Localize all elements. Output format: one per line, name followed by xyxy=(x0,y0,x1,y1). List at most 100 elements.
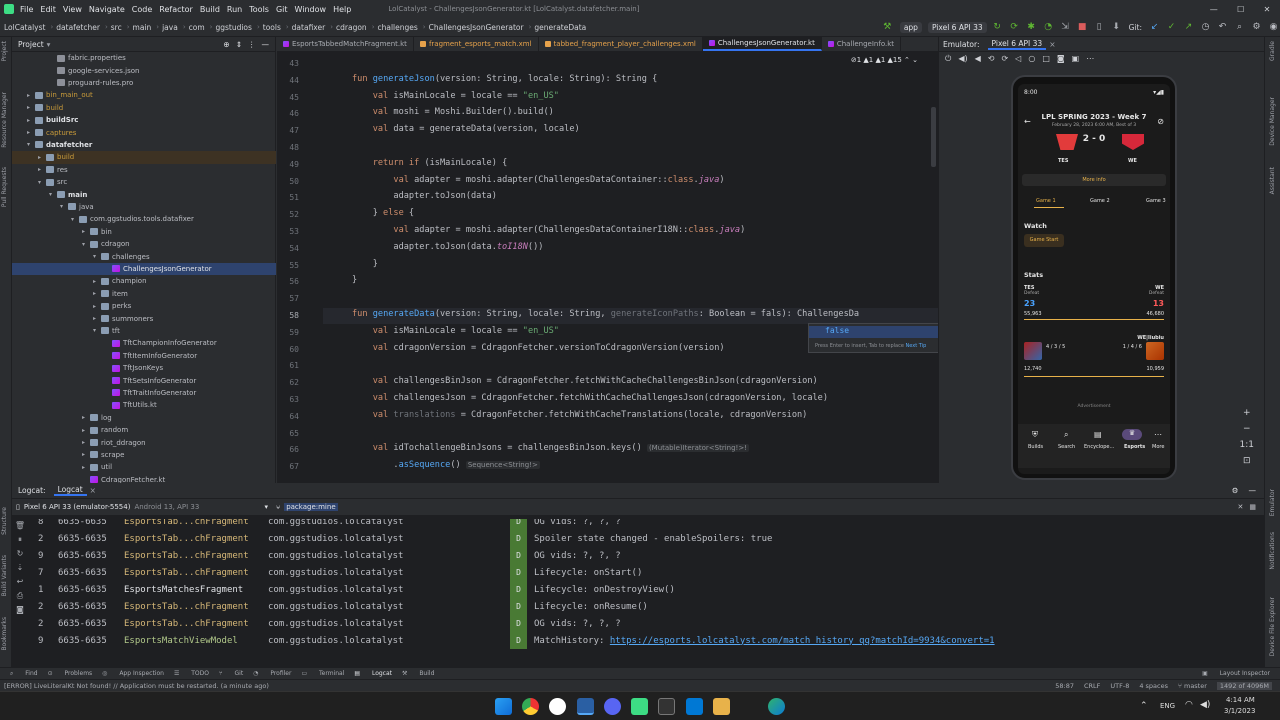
breadcrumb-src[interactable]: src xyxy=(111,23,122,32)
tree-item[interactable]: ▸ summoners xyxy=(12,312,276,324)
rotate-left-icon[interactable]: ⟲ xyxy=(988,54,995,63)
code-line[interactable]: } else { xyxy=(352,208,414,218)
menu-refactor[interactable]: Refactor xyxy=(159,5,193,14)
chevron-down-icon[interactable]: ▾ xyxy=(93,327,101,334)
windows-start-icon[interactable] xyxy=(495,698,512,715)
editor-tab[interactable]: fragment_esports_match.xml xyxy=(414,36,539,51)
restart-icon[interactable]: ↻ xyxy=(14,547,26,561)
nav-encyclopedia[interactable]: Encyclope... xyxy=(1084,444,1114,450)
menu-git[interactable]: Git xyxy=(276,5,288,14)
clock-time[interactable]: 4:14 AM xyxy=(1226,696,1255,704)
builds-icon[interactable]: ⛨ xyxy=(1032,430,1038,440)
chevron-right-icon[interactable]: ▸ xyxy=(82,451,90,458)
gradle-tool-tab[interactable]: Gradle xyxy=(1269,41,1276,61)
breadcrumb-cdragon[interactable]: cdragon xyxy=(336,23,367,32)
clock-date[interactable]: 3/1/2023 xyxy=(1224,707,1255,715)
log-row[interactable]: 9 6635-6635 EsportsTab...chFragment com.ggs… xyxy=(38,547,468,564)
scroll-end-icon[interactable]: ⇣ xyxy=(14,561,26,575)
chevron-right-icon[interactable]: ▸ xyxy=(27,117,35,124)
code-line[interactable]: val moshi = Moshi.Builder().build() xyxy=(352,107,554,117)
game-tab-2[interactable]: Game 2 xyxy=(1090,198,1110,204)
volume-up-icon[interactable]: ◀) xyxy=(958,54,967,63)
menu-edit[interactable]: Edit xyxy=(40,5,56,14)
code-line[interactable]: val isMainLocale = locale == "en_US" xyxy=(352,326,559,336)
file-encoding[interactable]: UTF-8 xyxy=(1110,682,1129,690)
chevron-down-icon[interactable]: ▾ xyxy=(71,216,79,223)
resource-manager-tool-tab[interactable]: Resource Manager xyxy=(1,92,8,148)
game-start-button[interactable]: Game Start xyxy=(1024,234,1064,247)
language-indicator[interactable]: ENG xyxy=(1160,702,1175,710)
tree-item[interactable]: ChallengesJsonGenerator xyxy=(12,262,276,276)
build-tool-button[interactable]: ⚒ Build xyxy=(402,670,434,677)
tree-item[interactable]: ▸ log xyxy=(12,412,276,424)
close-icon[interactable]: ✕ xyxy=(1264,5,1271,14)
problems-tool-button[interactable]: ⊙ Problems xyxy=(48,670,93,677)
tree-item[interactable]: google-services.json xyxy=(12,64,276,76)
code-line[interactable]: val challengesBinJson = CdragonFetcher.f… xyxy=(352,376,818,386)
power-icon[interactable]: ⏻ xyxy=(945,54,951,64)
app-inspection-tool-button[interactable]: ◎ App Inspection xyxy=(102,670,164,677)
tree-item[interactable]: ▾ java xyxy=(12,201,276,213)
rotate-right-icon[interactable]: ⟳ xyxy=(1001,54,1008,63)
chevron-down-icon[interactable]: ▾ xyxy=(38,179,46,186)
game-tab-1[interactable]: Game 1 xyxy=(1036,198,1056,204)
breadcrumb-datafetcher[interactable]: datafetcher xyxy=(56,23,100,32)
log-row[interactable]: 7 6635-6635 EsportsTab...chFragment com.ggs… xyxy=(38,564,468,581)
search-nav-icon[interactable]: ⌕ xyxy=(1064,430,1068,440)
nav-esports[interactable]: Esports xyxy=(1124,444,1145,450)
chevron-right-icon[interactable]: ▸ xyxy=(38,154,46,161)
caret-position[interactable]: 58:87 xyxy=(1055,682,1074,690)
file-explorer-icon[interactable] xyxy=(577,698,594,715)
todo-tool-button[interactable]: ☰ TODO xyxy=(174,670,209,677)
locate-icon[interactable]: ⊕ xyxy=(223,40,229,49)
more-icon[interactable]: ⋯ xyxy=(1086,54,1094,63)
menu-navigate[interactable]: Navigate xyxy=(89,5,125,14)
game-tab-3[interactable]: Game 3 xyxy=(1146,198,1166,204)
screenshot-log-icon[interactable]: ◙ xyxy=(14,603,26,617)
editor-scrollbar[interactable] xyxy=(931,107,936,167)
git-commit-icon[interactable]: ✓ xyxy=(1165,21,1178,34)
chevron-down-icon[interactable]: ▾ xyxy=(82,241,90,248)
clear-logcat-icon[interactable]: 🗑 xyxy=(14,519,26,533)
profile-icon[interactable]: ◔ xyxy=(1042,21,1055,34)
tree-item[interactable]: ▸ random xyxy=(12,424,276,436)
chrome-icon[interactable] xyxy=(522,698,539,715)
zoom-out-icon[interactable]: − xyxy=(1240,421,1254,437)
phone-screen[interactable]: 8:00 ▾◢▮ ← ⊘ LPL SPRING 2023 - Week 7 Fe… xyxy=(1018,84,1170,474)
search-icon[interactable]: ⌕ xyxy=(1233,21,1246,34)
log-row[interactable]: 2 6635-6635 EsportsTab...chFragment com.ggs… xyxy=(38,530,468,547)
tree-item[interactable]: ▸ bin_main_out xyxy=(12,89,276,101)
next-tip-link[interactable]: Next Tip xyxy=(906,343,927,349)
log-link[interactable]: https://esports.lolcatalyst.com/match_hi… xyxy=(610,636,995,646)
menu-file[interactable]: File xyxy=(20,5,33,14)
tree-item[interactable]: ▾ cdragon xyxy=(12,238,276,250)
tree-item[interactable]: ▾ com.ggstudios.tools.datafixer xyxy=(12,213,276,225)
project-tool-tab[interactable]: Project xyxy=(1,41,8,62)
tree-item[interactable]: ▸ perks xyxy=(12,300,276,312)
nav-builds[interactable]: Builds xyxy=(1028,444,1043,450)
code-line[interactable]: fun generateData(version: String, locale… xyxy=(352,309,859,319)
apply-changes-icon[interactable]: ⟳ xyxy=(1008,21,1021,34)
chevron-right-icon[interactable]: ▸ xyxy=(93,315,101,322)
chevron-down-icon[interactable]: ▾ xyxy=(93,253,101,260)
close-logcat-tab-icon[interactable]: × xyxy=(90,486,96,495)
chevron-right-icon[interactable]: ▸ xyxy=(93,278,101,285)
device-dropdown[interactable]: Pixel 6 API 33 xyxy=(927,21,987,33)
encyclopedia-icon[interactable]: ▤ xyxy=(1094,430,1102,439)
zoom-in-icon[interactable]: + xyxy=(1240,405,1254,421)
speaker-icon[interactable]: ◀) xyxy=(1200,700,1210,710)
discord-icon[interactable] xyxy=(604,698,621,715)
fit-screen-icon[interactable]: ⊡ xyxy=(1240,453,1254,469)
tray-chevron-icon[interactable]: ⌃ xyxy=(1140,701,1148,711)
tree-item[interactable]: TftItemInfoGenerator xyxy=(12,350,276,362)
editor-tab[interactable]: tabbed_fragment_player_challenges.xml xyxy=(539,36,703,51)
tree-item[interactable]: proguard-rules.pro xyxy=(12,77,276,89)
device-manager-tool-tab[interactable]: Device Manager xyxy=(1269,97,1276,146)
device-manager-icon[interactable]: ▯ xyxy=(1093,21,1106,34)
profiler-tool-button[interactable]: ◔ Profiler xyxy=(253,670,291,677)
menu-tools[interactable]: Tools xyxy=(249,5,269,14)
chevron-down-icon[interactable]: ▾ xyxy=(49,191,57,198)
more-info-button[interactable]: More info xyxy=(1022,174,1166,186)
code-line[interactable]: val translations = CdragonFetcher.fetchW… xyxy=(352,410,808,420)
tree-item[interactable]: ▸ build xyxy=(12,151,276,164)
